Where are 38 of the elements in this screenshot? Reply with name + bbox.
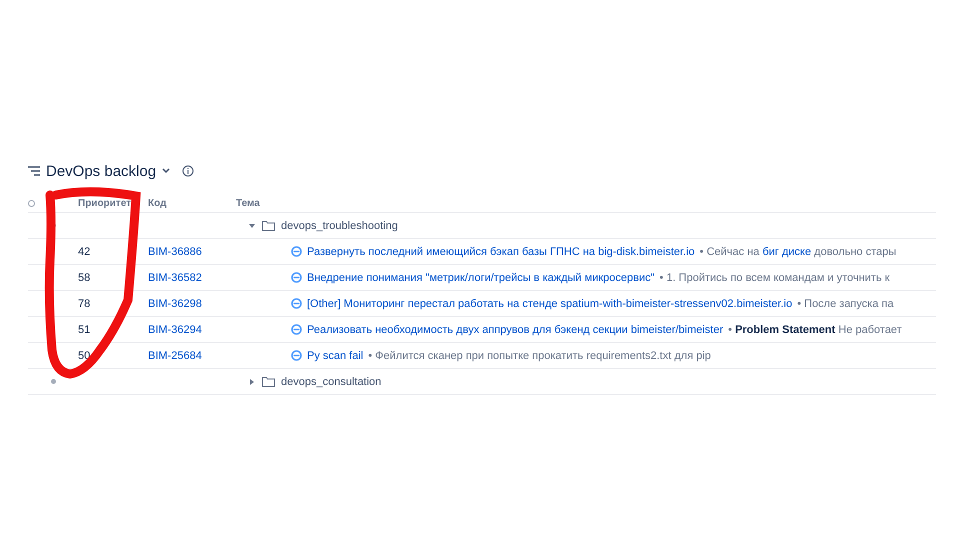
priority-value: 51 [78, 324, 92, 336]
list-icon [28, 166, 40, 176]
priority-value: 58 [78, 272, 92, 284]
issue-description: • 1. Пройтись по всем командам и уточнить к [660, 272, 890, 284]
issue-type-icon [291, 272, 302, 283]
info-icon[interactable] [182, 165, 194, 177]
priority-value: 42 [78, 246, 92, 258]
issue-key-link[interactable]: BIM-25684 [148, 350, 236, 362]
priority-value: 78 [78, 298, 92, 310]
radio-icon[interactable] [28, 200, 35, 206]
chevron-down-icon[interactable] [162, 168, 170, 174]
issue-description: • Problem Statement Не работает [728, 324, 902, 336]
issue-key-link[interactable]: BIM-36582 [148, 272, 236, 284]
group-name[interactable]: devops_troubleshooting [281, 220, 398, 232]
folder-icon [262, 376, 275, 387]
issue-summary-link[interactable]: Реализовать необходимость двух аппрувов для бэкенд секции bimeister/bimeister [307, 324, 724, 336]
issue-key-link[interactable]: BIM-36294 [148, 324, 236, 336]
issue-key-link[interactable]: BIM-36886 [148, 246, 236, 258]
folder-icon [262, 220, 275, 231]
board-title[interactable]: DevOps backlog [46, 162, 156, 180]
issue-description: • После запуска па [797, 298, 894, 310]
column-header[interactable]: Приоритет [78, 198, 148, 208]
issue-key-link[interactable]: BIM-36298 [148, 298, 236, 310]
issue-type-icon [291, 246, 302, 257]
caret-icon[interactable] [248, 378, 256, 386]
issue-description: • Сейчас на биг диске довольно стары [700, 246, 896, 258]
issue-type-icon [291, 324, 302, 335]
issue-summary-link[interactable]: [Other] Мониторинг перестал работать на стенде spatium-with-bimeister-stressenv02.bimeister.io [307, 298, 792, 310]
column-header[interactable]: Тема [236, 198, 936, 208]
issue-summary-link[interactable]: Py scan fail [307, 350, 364, 362]
issue-summary-link[interactable]: Внедрение понимания "метрик/логи/трейсы в каждый микросервис" [307, 272, 655, 284]
issue-type-icon [291, 298, 302, 309]
caret-icon[interactable] [248, 222, 256, 230]
issue-description: • Фейлится сканер при попытке прокатить requirements2.txt для pip [368, 350, 711, 362]
column-header[interactable]: Код [148, 198, 236, 208]
group-name[interactable]: devops_consultation [281, 376, 382, 388]
issue-type-icon [291, 350, 302, 361]
issue-summary-link[interactable]: Развернуть последний имеющийся бэкап базы ГПНС на big-disk.bimeister.io [307, 246, 695, 258]
